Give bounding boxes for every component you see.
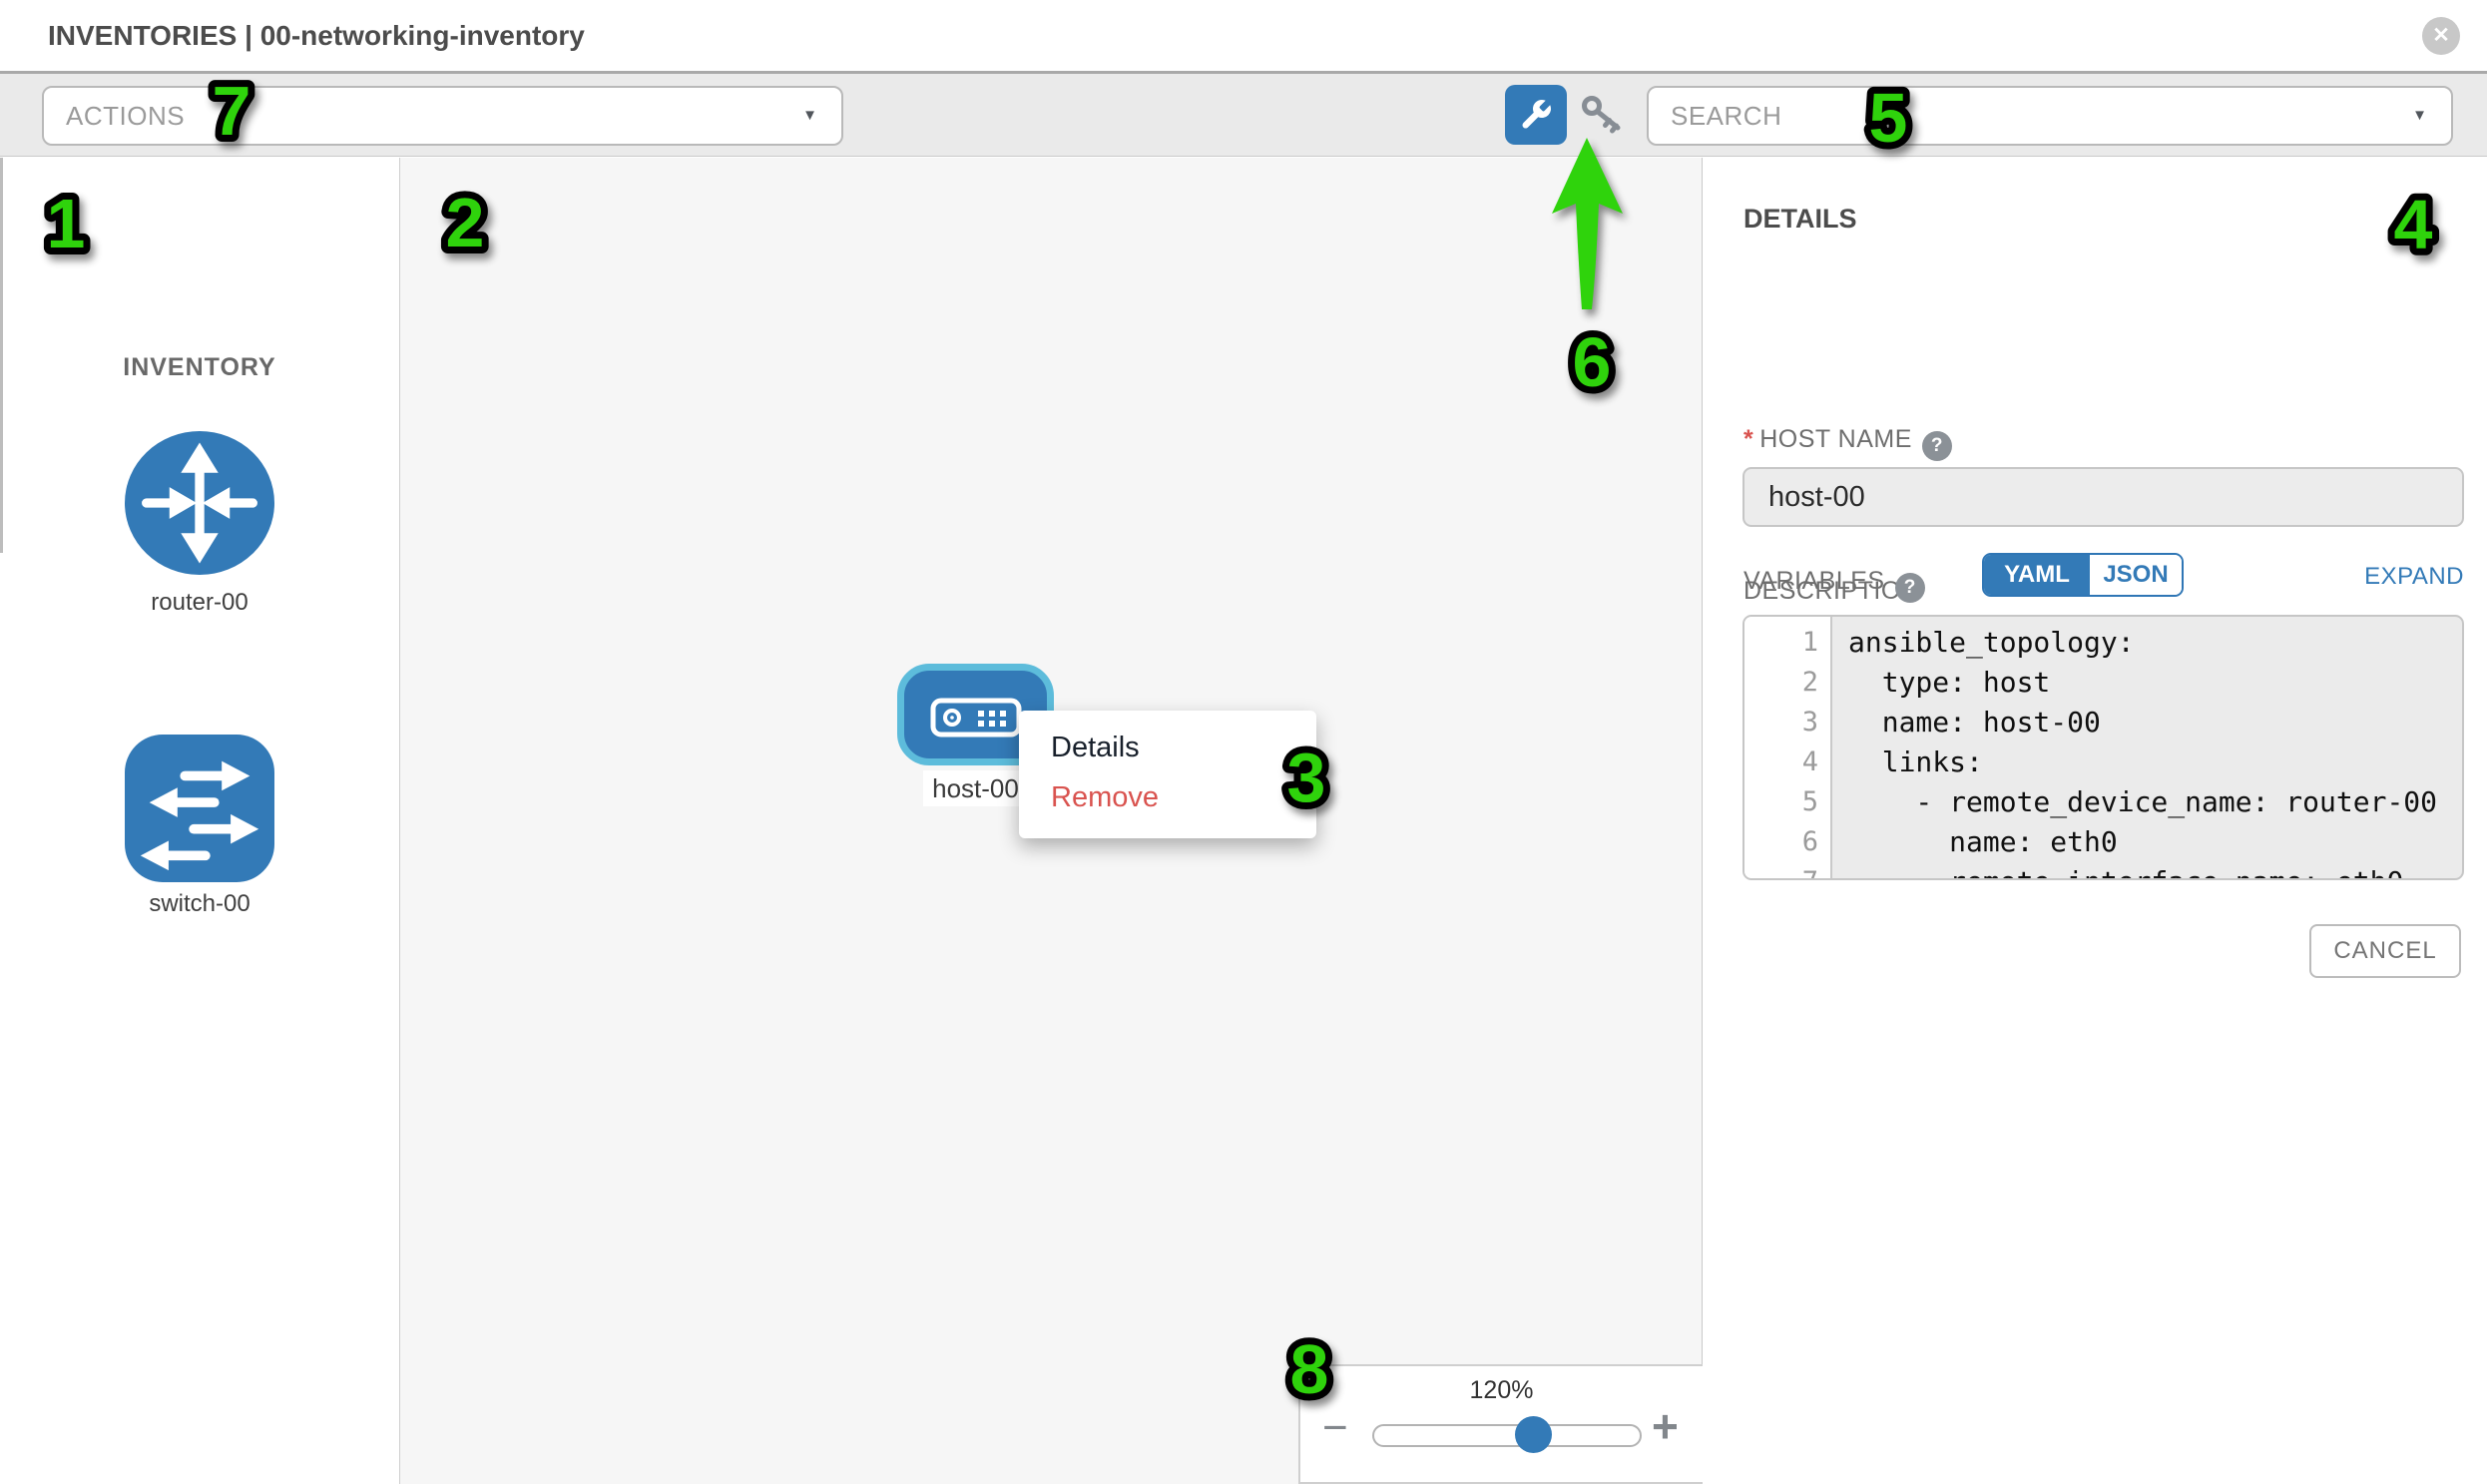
line-number: 4 xyxy=(1744,742,1818,782)
expand-link[interactable]: EXPAND xyxy=(2364,563,2464,591)
inventory-topology-app: INVENTORIES | 00-networking-inventory ✕ … xyxy=(0,0,2487,1484)
zoom-in-button[interactable]: + xyxy=(1652,1402,1679,1450)
help-icon[interactable]: ? xyxy=(1895,573,1925,603)
menu-item-remove[interactable]: Remove xyxy=(1019,772,1316,822)
sidebar-item-router-label: router-00 xyxy=(0,589,399,617)
variables-label: VARIABLES xyxy=(1743,567,1885,595)
chevron-down-icon: ▼ xyxy=(802,88,817,144)
code-line: 6 name: eth0 xyxy=(1744,822,2462,862)
search-dropdown[interactable]: SEARCH ▼ xyxy=(1647,86,2453,146)
switch-icon xyxy=(125,735,274,882)
inventory-sidebar: INVENTORY router-00 xyxy=(0,158,399,1484)
line-text: name: host-00 xyxy=(1848,703,2101,742)
tab-yaml[interactable]: YAML xyxy=(1984,555,2090,595)
host-name-input[interactable] xyxy=(1742,467,2464,527)
cancel-button[interactable]: CANCEL xyxy=(2309,924,2461,978)
toolbar: ACTIONS ▼ SEARCH ▼ xyxy=(0,74,2487,157)
page-title: INVENTORIES | 00-networking-inventory xyxy=(48,0,585,71)
details-panel-title: DETAILS xyxy=(1743,204,1857,235)
zoom-level: 120% xyxy=(1300,1376,1703,1405)
zoom-slider-thumb[interactable] xyxy=(1515,1416,1552,1453)
code-line: 7 remote_interface_name: eth0 xyxy=(1744,862,2462,880)
details-panel: DETAILS *HOST NAME? DESCRIPTION VARIABLE… xyxy=(1704,158,2487,1484)
variables-row: VARIABLES? YAML JSON EXPAND xyxy=(1743,567,2464,603)
code-line: 1 ansible_topology: xyxy=(1744,623,2462,663)
tab-json[interactable]: JSON xyxy=(2090,555,2182,595)
code-line: 2 type: host xyxy=(1744,663,2462,703)
line-number: 6 xyxy=(1744,822,1818,862)
line-text: links: xyxy=(1848,742,1983,782)
line-text: - remote_device_name: router-00 xyxy=(1848,782,2437,822)
sidebar-item-router[interactable] xyxy=(125,431,274,575)
sidebar-item-switch-label: switch-00 xyxy=(0,890,399,918)
line-number: 3 xyxy=(1744,703,1818,742)
zoom-out-button[interactable]: − xyxy=(1322,1406,1348,1450)
help-icon[interactable]: ? xyxy=(1922,431,1952,461)
line-text: remote_interface_name: eth0 xyxy=(1848,862,2403,880)
line-text: ansible_topology: xyxy=(1848,623,2135,663)
key-button[interactable] xyxy=(1581,94,1629,138)
key-icon xyxy=(1581,94,1629,138)
chevron-down-icon: ▼ xyxy=(2412,88,2427,144)
variables-format-toggle: YAML JSON xyxy=(1982,553,2184,597)
host-name-label-row: *HOST NAME? xyxy=(1743,425,1952,461)
line-text: name: eth0 xyxy=(1848,822,2118,862)
line-number: 2 xyxy=(1744,663,1818,703)
menu-item-details[interactable]: Details xyxy=(1019,723,1316,772)
code-line: 5 - remote_device_name: router-00 xyxy=(1744,782,2462,822)
zoom-control: 120% − + xyxy=(1298,1364,1703,1484)
code-lines: 1 ansible_topology: 2 type: host 3 name:… xyxy=(1744,617,2462,880)
actions-dropdown[interactable]: ACTIONS ▼ xyxy=(42,86,843,146)
zoom-slider-track[interactable] xyxy=(1372,1424,1642,1447)
left-scrollbar[interactable] xyxy=(0,158,3,553)
code-line: 4 links: xyxy=(1744,742,2462,782)
sidebar-title: INVENTORY xyxy=(0,353,399,382)
tools-button[interactable] xyxy=(1505,85,1567,145)
host-name-label: HOST NAME xyxy=(1759,425,1912,453)
search-dropdown-label: SEARCH xyxy=(1671,88,1781,144)
wrench-icon xyxy=(1518,97,1554,133)
line-number: 1 xyxy=(1744,623,1818,663)
node-context-menu: Details Remove xyxy=(1019,711,1316,838)
actions-dropdown-label: ACTIONS xyxy=(66,88,185,144)
header-bar: INVENTORIES | 00-networking-inventory ✕ xyxy=(0,0,2487,74)
code-line: 3 name: host-00 xyxy=(1744,703,2462,742)
close-icon[interactable]: ✕ xyxy=(2422,17,2460,55)
host-icon xyxy=(930,698,1022,738)
required-asterisk: * xyxy=(1743,425,1753,453)
router-icon xyxy=(125,431,274,575)
sidebar-item-switch[interactable] xyxy=(125,735,274,882)
topology-canvas[interactable]: host-00 Details Remove 120% − + xyxy=(399,158,1703,1484)
variables-code-editor[interactable]: 1 ansible_topology: 2 type: host 3 name:… xyxy=(1742,615,2464,880)
line-text: type: host xyxy=(1848,663,2050,703)
line-number: 7 xyxy=(1744,862,1818,880)
line-number: 5 xyxy=(1744,782,1818,822)
